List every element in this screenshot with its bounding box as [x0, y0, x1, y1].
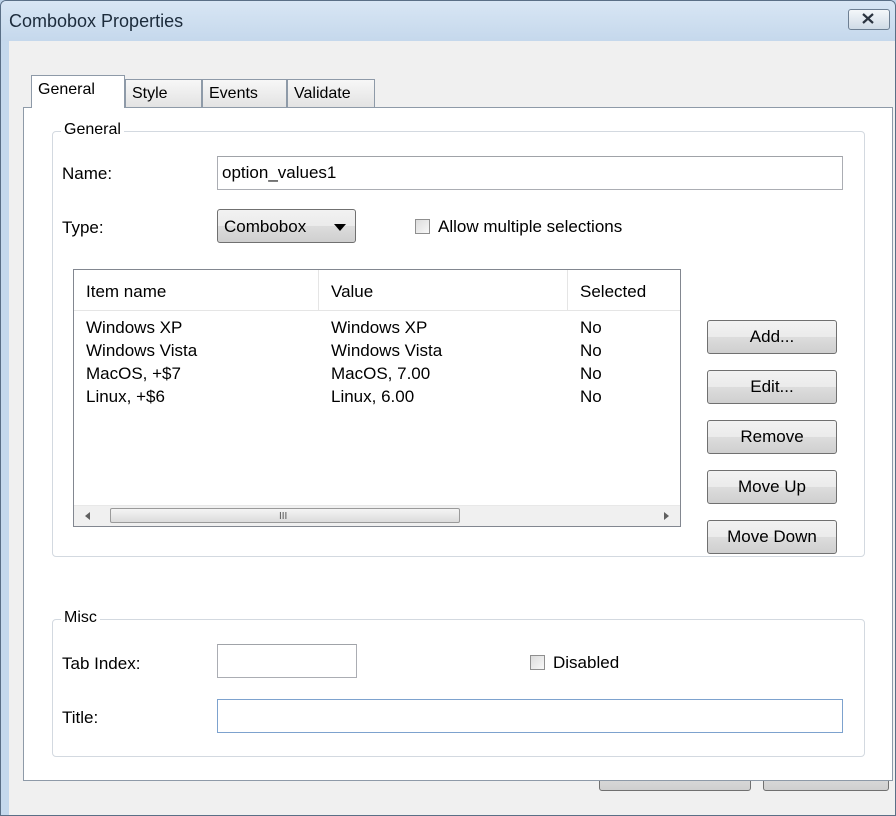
add-button[interactable]: Add... [707, 320, 837, 354]
column-header-selected[interactable]: Selected [568, 270, 680, 310]
remove-button[interactable]: Remove [707, 420, 837, 454]
tab-validate[interactable]: Validate [287, 79, 375, 107]
tab-validate-label: Validate [294, 85, 351, 102]
allow-multiple-checkbox[interactable] [415, 219, 430, 234]
chevron-down-icon [334, 224, 346, 231]
name-label: Name: [62, 164, 113, 183]
cell-value: Linux, 6.00 [331, 387, 415, 406]
misc-group-legend: Misc [61, 609, 100, 627]
tab-index-input[interactable] [217, 644, 357, 678]
table-row[interactable]: MacOS, +$7 MacOS, 7.00 No [74, 364, 680, 387]
scrollbar-thumb[interactable]: III [110, 508, 460, 523]
close-button[interactable] [848, 9, 890, 30]
tab-events-label: Events [209, 85, 258, 102]
tab-style-label: Style [132, 85, 168, 102]
move-down-button[interactable]: Move Down [707, 520, 837, 554]
cell-item-name: Windows Vista [86, 341, 198, 360]
cell-selected: No [580, 318, 602, 337]
grip-icon: III [279, 511, 288, 522]
tab-events[interactable]: Events [202, 79, 287, 107]
column-header-item-name[interactable]: Item name [74, 270, 319, 310]
general-tab-panel: General Name: Type: Combobox Allow multi… [23, 107, 893, 781]
scroll-right-icon[interactable] [664, 512, 669, 520]
title-label: Title: [62, 708, 99, 727]
combobox-properties-dialog: Combobox Properties General Style Events… [0, 0, 896, 816]
cell-value: MacOS, 7.00 [331, 364, 431, 383]
cell-selected: No [580, 341, 602, 360]
close-icon [862, 13, 874, 24]
cell-item-name: Windows XP [86, 318, 183, 337]
scroll-left-icon[interactable] [85, 512, 90, 520]
table-row[interactable]: Linux, +$6 Linux, 6.00 No [74, 387, 680, 410]
allow-multiple-label: Allow multiple selections [438, 217, 623, 236]
type-label: Type: [62, 218, 104, 237]
listview-header: Item name Value Selected [74, 270, 680, 311]
column-header-value[interactable]: Value [319, 270, 568, 310]
cell-selected: No [580, 387, 602, 406]
window-title: Combobox Properties [9, 11, 184, 31]
cell-value: Windows XP [331, 318, 428, 337]
cell-selected: No [580, 364, 602, 383]
cell-item-name: MacOS, +$7 [86, 364, 181, 383]
items-listview[interactable]: Item name Value Selected Windows XP Wind… [73, 269, 681, 527]
table-row[interactable]: Windows Vista Windows Vista No [74, 341, 680, 364]
tab-general-label: General [38, 81, 95, 98]
table-row[interactable]: Windows XP Windows XP No [74, 318, 680, 341]
move-up-button[interactable]: Move Up [707, 470, 837, 504]
dialog-client-area: General Style Events Validate General Na… [9, 41, 895, 815]
edit-button[interactable]: Edit... [707, 370, 837, 404]
type-select[interactable]: Combobox [217, 209, 356, 243]
tab-style[interactable]: Style [125, 79, 202, 107]
type-select-value: Combobox [224, 217, 307, 236]
tab-general[interactable]: General [31, 75, 125, 108]
misc-group: Misc [52, 609, 865, 757]
title-bar[interactable]: Combobox Properties [1, 1, 895, 41]
title-input[interactable] [217, 699, 843, 733]
cell-item-name: Linux, +$6 [86, 387, 165, 406]
disabled-checkbox[interactable] [530, 655, 545, 670]
name-input[interactable] [217, 156, 843, 190]
general-group-legend: General [61, 121, 124, 139]
disabled-label: Disabled [553, 653, 620, 672]
cell-value: Windows Vista [331, 341, 443, 360]
tab-index-label: Tab Index: [62, 654, 141, 673]
horizontal-scrollbar[interactable]: III [74, 505, 680, 526]
